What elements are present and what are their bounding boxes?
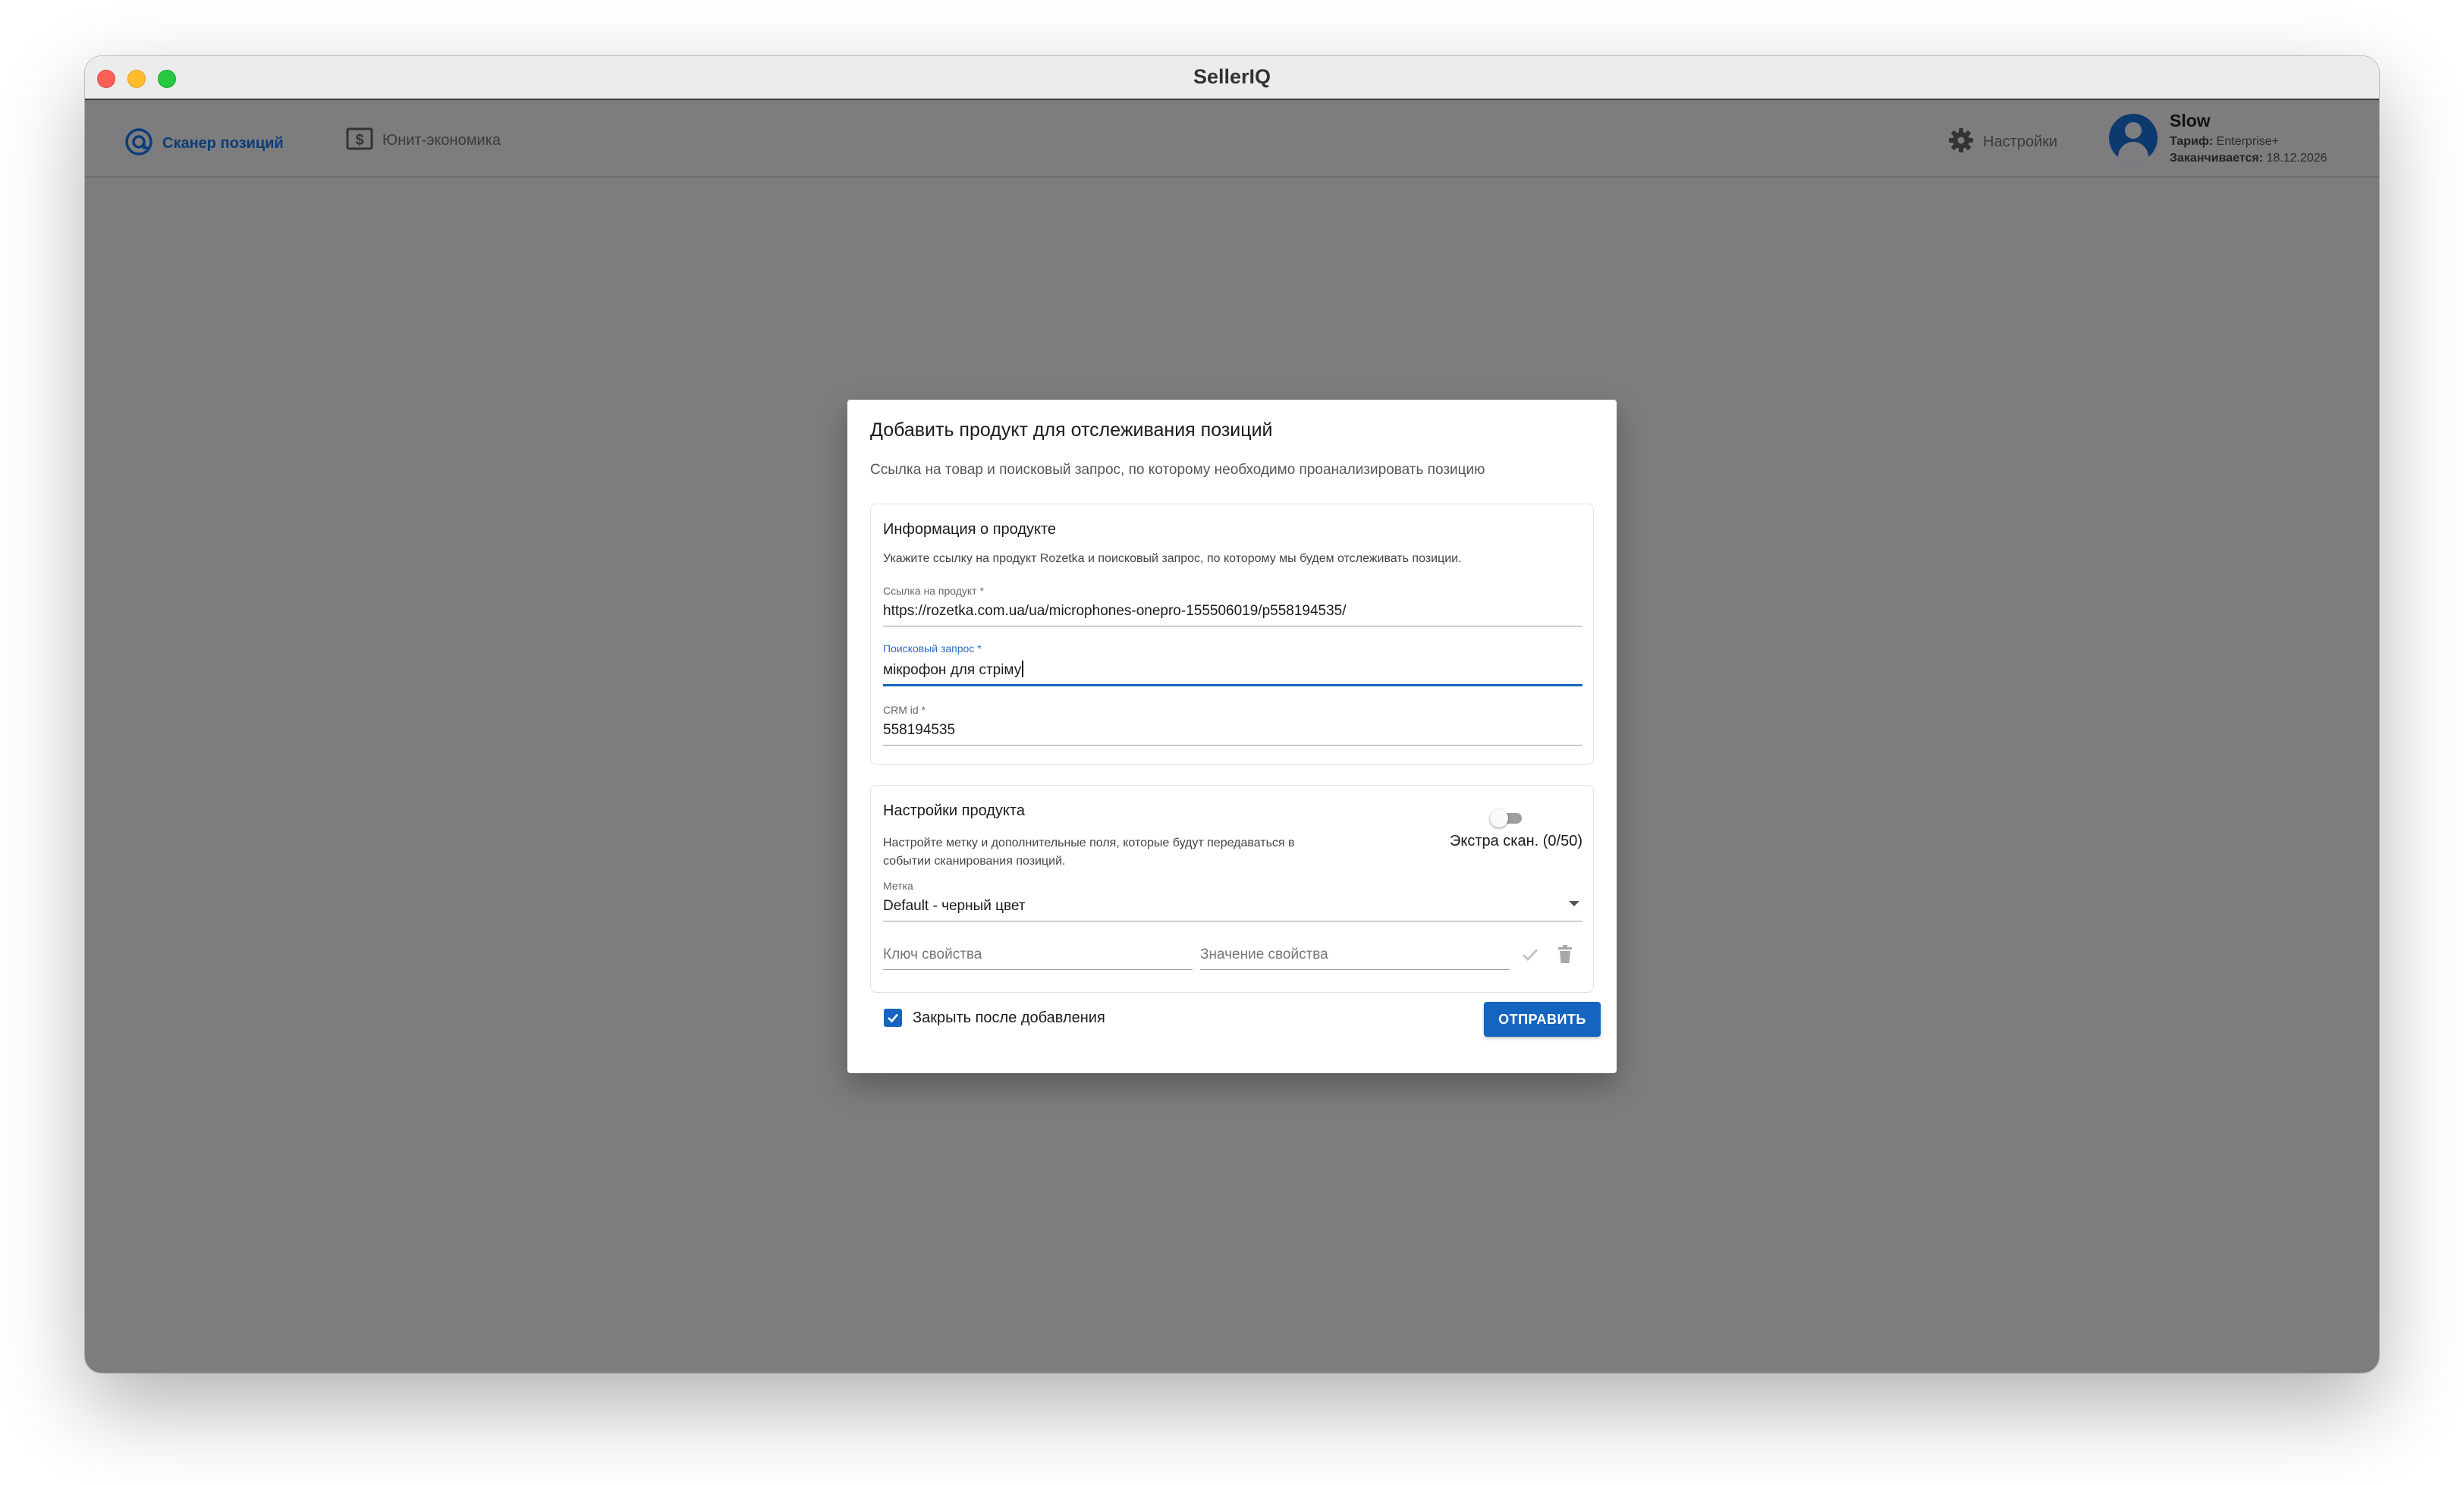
user-expiry: Заканчивается: 18.12.2026 [2170,151,2327,165]
target-icon [124,127,153,160]
close-after-add-checkbox[interactable]: Закрыть после добавления [884,1009,1105,1027]
product-link-field[interactable]: Ссылка на продукт * https://rozetka.com.… [883,585,1582,626]
nav-position-scanner[interactable]: Сканер позиций [124,127,284,160]
search-query-label: Поисковый запрос * [883,642,982,655]
product-link-input[interactable]: https://rozetka.com.ua/ua/microphones-on… [883,603,1582,626]
tag-select[interactable]: Метка Default - черный цвет [883,880,1582,921]
check-icon[interactable] [1520,945,1540,969]
app-header: Сканер позиций $ Юнит-экономика Настройк… [85,100,2379,177]
avatar [2109,114,2158,162]
product-settings-card: Настройки продукта Экстра скан. (0/50) Н… [870,785,1594,993]
crm-id-label: CRM id * [883,704,926,716]
nav-unit-economics-label: Юнит-экономика [382,132,501,149]
tag-label: Метка [883,880,913,892]
user-info: Slow Тариф: Enterprise+ Заканчивается: 1… [2170,111,2327,165]
nav-unit-economics[interactable]: $ Юнит-экономика [346,127,501,154]
app-window: SellerIQ Сканер позиций $ Юнит-экономика [85,56,2379,1373]
chevron-down-icon [1569,901,1579,906]
user-profile[interactable]: Slow Тариф: Enterprise+ Заканчивается: 1… [2109,111,2327,165]
product-settings-title: Настройки продукта [883,802,1025,819]
product-settings-description: Настройте метку и дополнительные поля, к… [883,837,1295,868]
dialog-subtitle: Ссылка на товар и поисковый запрос, по к… [870,462,1485,478]
checkbox-checked-icon[interactable] [884,1009,902,1027]
extra-scan-label: Экстра скан. (0/50) [1449,833,1582,849]
window-title: SellerIQ [1193,65,1271,88]
add-product-dialog: Добавить продукт для отслеживания позици… [847,400,1617,1073]
crm-id-input[interactable]: 558194535 [883,722,1582,746]
property-key-input[interactable]: Ключ свойства [883,947,1193,970]
user-plan: Тариф: Enterprise+ [2170,134,2279,148]
nav-position-scanner-label: Сканер позиций [162,135,284,152]
user-name: Slow [2170,111,2211,130]
dollar-icon: $ [346,127,373,154]
product-info-description: Укажите ссылку на продукт Rozetka и поис… [883,552,1462,565]
search-query-input[interactable]: мікрофон для стріму [883,661,1582,686]
nav-settings-label: Настройки [1983,133,2058,150]
trash-icon[interactable] [1557,945,1573,969]
nav-settings[interactable]: Настройки [1948,127,2057,157]
gear-icon [1948,127,1974,157]
svg-text:$: $ [355,132,363,149]
product-link-label: Ссылка на продукт * [883,585,984,597]
text-cursor [1022,661,1024,677]
title-bar: SellerIQ [85,56,2379,100]
product-info-card: Информация о продукте Укажите ссылку на … [870,504,1594,764]
submit-button[interactable]: ОТПРАВИТЬ [1484,1002,1601,1037]
property-value-input[interactable]: Значение свойства [1200,947,1510,970]
crm-id-field[interactable]: CRM id * 558194535 [883,704,1582,746]
product-info-title: Информация о продукте [883,521,1057,538]
tag-select-value[interactable]: Default - черный цвет [883,898,1582,921]
extra-scan-toggle[interactable] [1490,807,1525,828]
search-query-field[interactable]: Поисковый запрос * мікрофон для стріму [883,642,1582,686]
close-after-add-label: Закрыть после добавления [913,1009,1105,1026]
dialog-title: Добавить продукт для отслеживания позици… [870,419,1273,441]
